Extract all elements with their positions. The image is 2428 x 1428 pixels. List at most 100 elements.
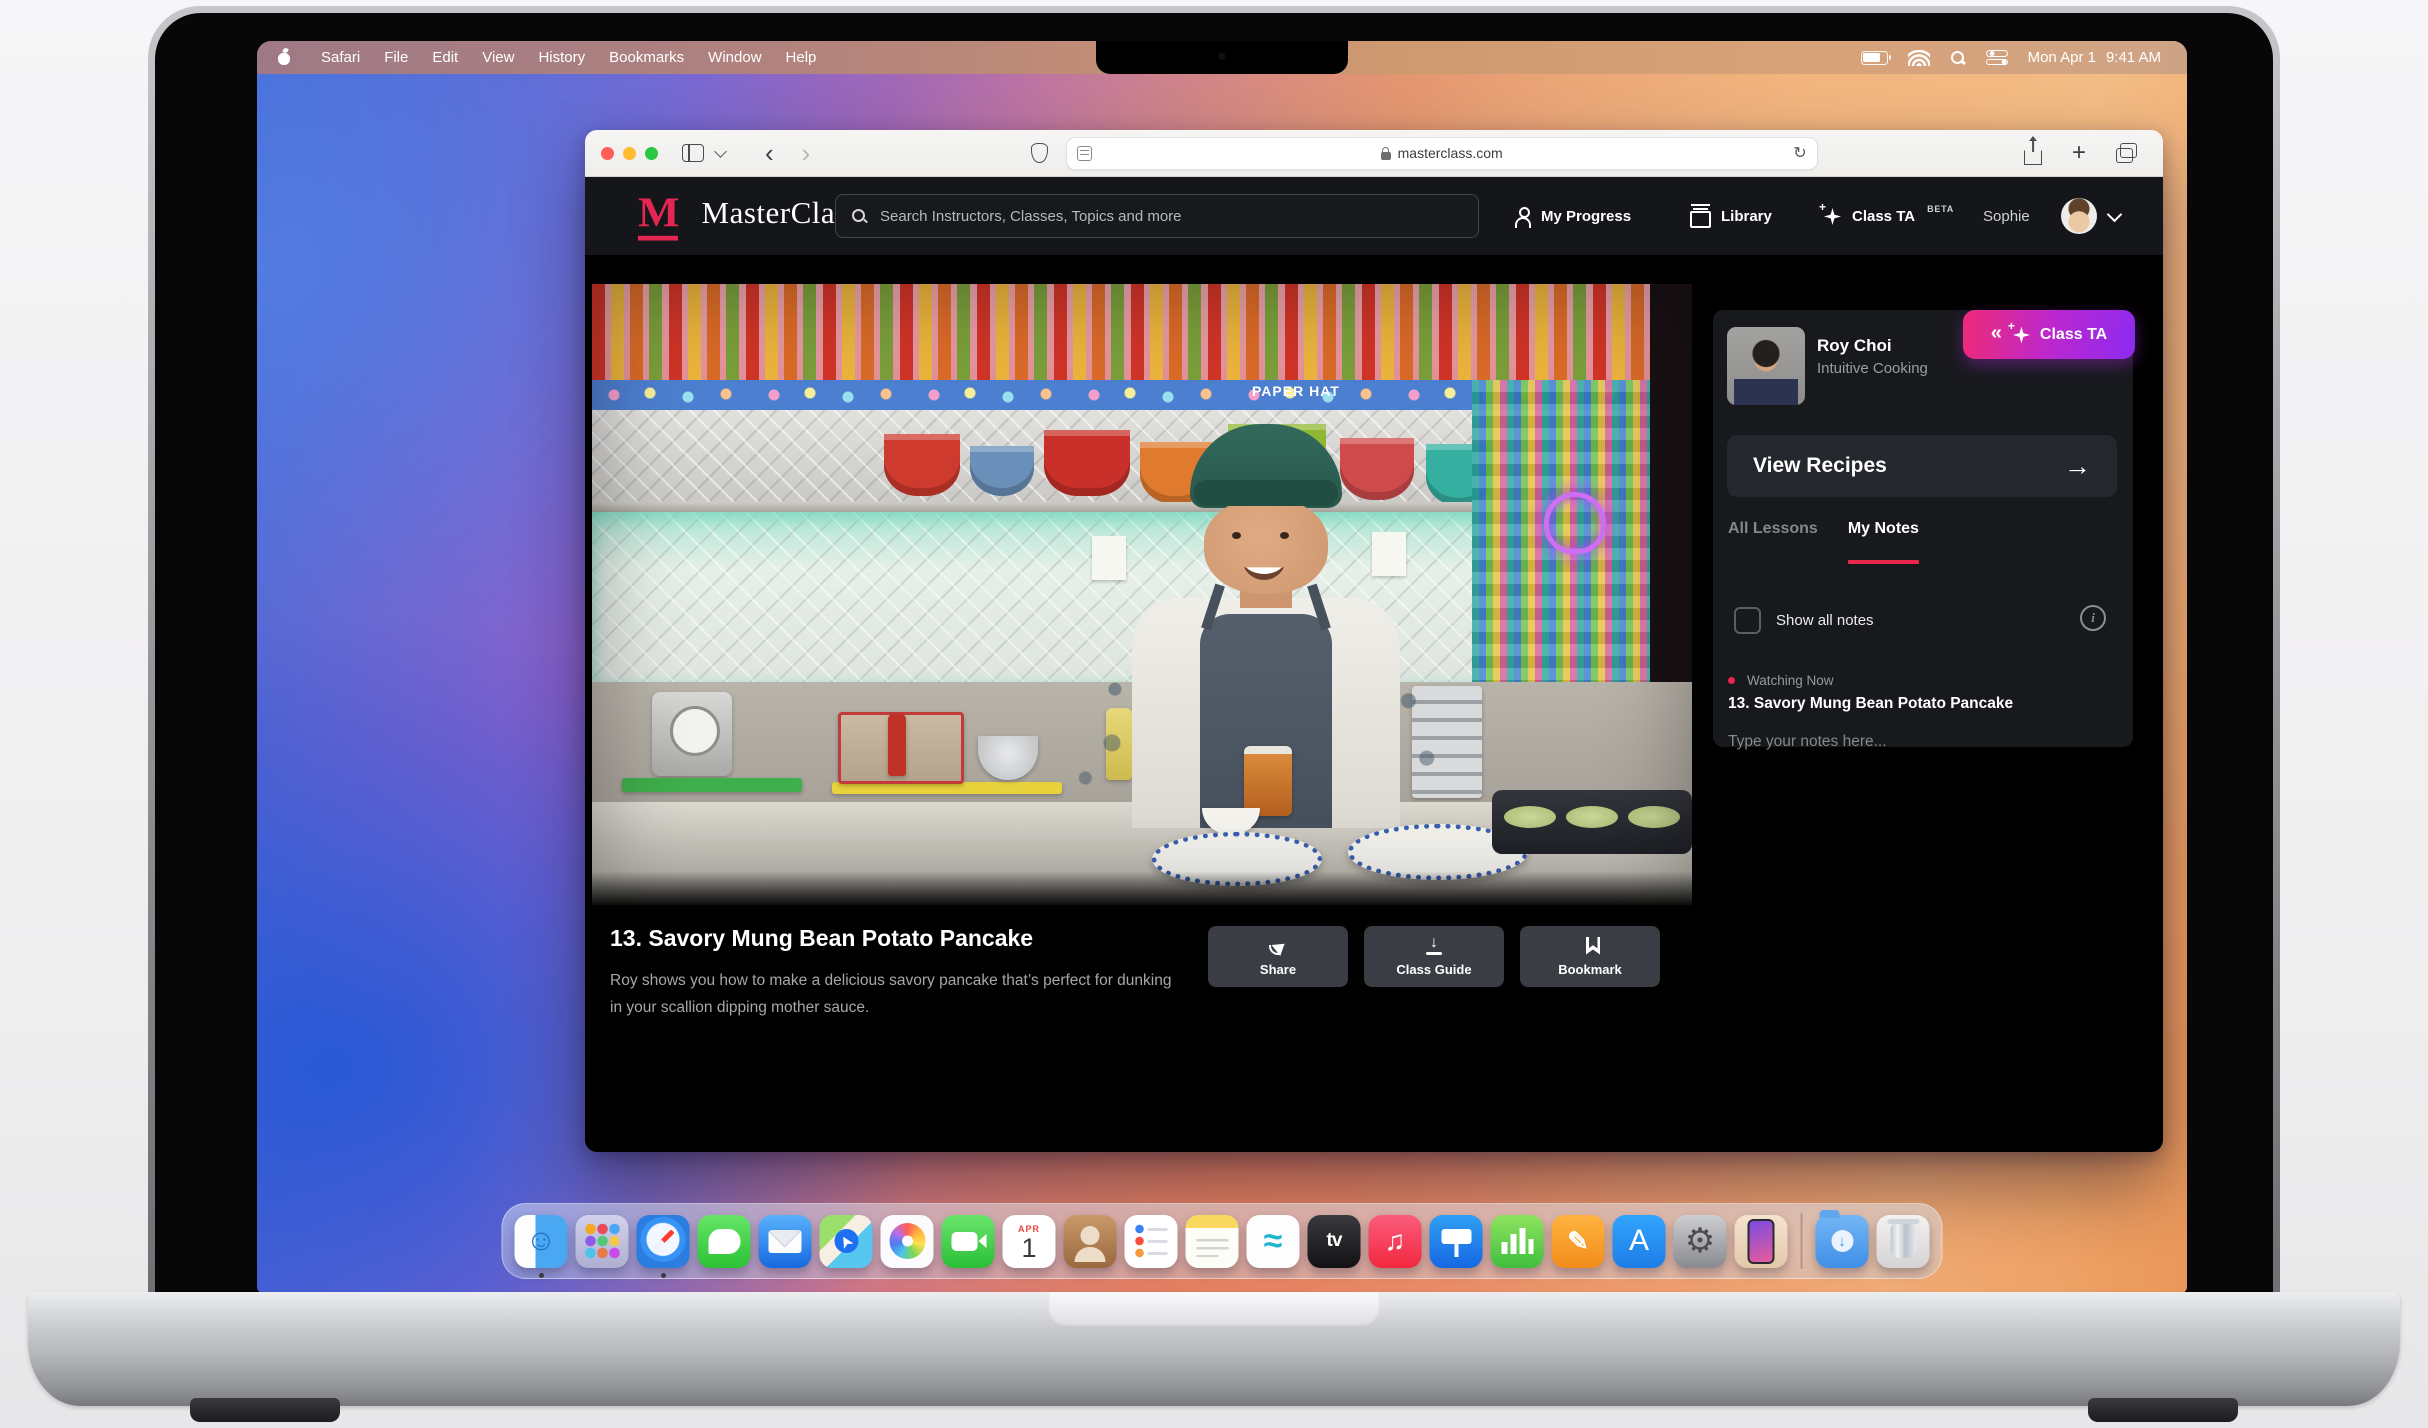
notes-input[interactable]: Type your notes here... <box>1728 733 1887 751</box>
share-icon <box>1268 937 1288 955</box>
nav-my-progress[interactable]: My Progress <box>1515 177 1631 255</box>
masterclass-logo[interactable]: M MasterClass <box>638 191 860 235</box>
camera-notch <box>1096 41 1348 74</box>
wifi-icon[interactable] <box>1908 50 1930 66</box>
menu-item[interactable]: File <box>372 49 420 66</box>
Class Guide[interactable]: Class Guide <box>1364 926 1504 987</box>
sidebar-chevron-icon[interactable] <box>714 145 727 158</box>
control-center-icon[interactable] <box>1986 50 2008 65</box>
camera-icon <box>1219 53 1226 60</box>
menu-item[interactable]: History <box>526 49 597 66</box>
lesson-title: 13. Savory Mung Bean Potato Pancake <box>610 925 1033 952</box>
Share[interactable]: Share <box>1208 926 1348 987</box>
macbook-base <box>28 1292 2400 1406</box>
menu-item[interactable]: Bookmarks <box>597 49 696 66</box>
dock-finder[interactable]: ☺ <box>515 1215 568 1268</box>
sparkle-icon: + <box>2011 325 2031 345</box>
close-window-button[interactable] <box>601 147 614 160</box>
video-player[interactable]: PAPER HAT <box>592 284 1692 905</box>
date-label: Mon Apr 1 <box>2028 49 2096 66</box>
info-icon[interactable]: i <box>2080 605 2106 631</box>
show-all-notes-label: Show all notes <box>1776 612 1874 629</box>
screen-bezel: SafariFileEditViewHistoryBookmarksWindow… <box>155 13 2273 1292</box>
All Lessons[interactable]: All Lessons <box>1728 520 1818 550</box>
url-text: masterclass.com <box>1067 145 1817 161</box>
view-recipes-button[interactable]: View Recipes → <box>1727 435 2117 497</box>
action-label: Class Guide <box>1396 962 1471 977</box>
new-tab-button[interactable]: + <box>2072 141 2086 165</box>
action-label: Share <box>1260 962 1296 977</box>
menu-item[interactable]: Window <box>696 49 773 66</box>
zoom-window-button[interactable] <box>645 147 658 160</box>
safari-window: ‹ › masterclass.com ↻ <box>585 130 2163 1152</box>
person-icon <box>1515 207 1531 225</box>
dock-iphone-mirroring[interactable] <box>1735 1215 1788 1268</box>
instructor-name: Roy Choi <box>1817 336 1892 356</box>
Bookmark[interactable]: Bookmark <box>1520 926 1660 987</box>
share-icon[interactable] <box>2024 150 2042 165</box>
address-bar[interactable]: masterclass.com ↻ <box>1066 137 1818 170</box>
masterclass-page: M MasterClass Search Instructors, Classe… <box>585 177 2163 1152</box>
dock-safari[interactable] <box>637 1215 690 1268</box>
watching-dot-icon <box>1728 677 1735 684</box>
minimize-window-button[interactable] <box>623 147 636 160</box>
rubber-foot <box>190 1398 340 1422</box>
dock-numbers[interactable] <box>1491 1215 1544 1268</box>
back-button[interactable]: ‹ <box>751 140 788 166</box>
dock-reminders[interactable] <box>1125 1215 1178 1268</box>
logo-mark: M <box>638 192 678 234</box>
dock-music[interactable]: ♫ <box>1369 1215 1422 1268</box>
dock-separator[interactable] <box>1801 1213 1803 1269</box>
search-placeholder: Search Instructors, Classes, Topics and … <box>880 208 1182 225</box>
bookmark-icon <box>1586 937 1600 955</box>
dock-notes[interactable] <box>1186 1215 1239 1268</box>
spotlight-icon[interactable] <box>1950 50 1966 66</box>
download-icon <box>1424 937 1444 955</box>
instructor-photo <box>1727 327 1805 405</box>
dock-keynote[interactable] <box>1430 1215 1483 1268</box>
menu-bar-clock[interactable]: Mon Apr 1 9:41 AM <box>2028 49 2161 66</box>
menu-item[interactable]: Safari <box>309 49 372 66</box>
dock-freeform[interactable]: ≈ <box>1247 1215 1300 1268</box>
search-icon <box>852 209 867 224</box>
dock-contacts[interactable] <box>1064 1215 1117 1268</box>
search-input[interactable]: Search Instructors, Classes, Topics and … <box>835 194 1479 238</box>
tab-overview-icon[interactable] <box>2116 148 2133 163</box>
window-controls <box>601 147 658 160</box>
dock-apple-tv[interactable]: tv <box>1308 1215 1361 1268</box>
dock-facetime[interactable] <box>942 1215 995 1268</box>
lesson-side-panel: Roy Choi Intuitive Cooking View Recipes … <box>1692 177 2163 1152</box>
collapse-icon: « <box>1991 322 2002 345</box>
class-ta-button[interactable]: « + Class TA <box>1963 310 2135 359</box>
menu-item[interactable]: Edit <box>420 49 470 66</box>
apple-menu-icon[interactable] <box>277 50 291 65</box>
dock-trash[interactable] <box>1877 1215 1930 1268</box>
lid-lift-notch <box>1048 1292 1380 1328</box>
instructor-class-label: Intuitive Cooking <box>1817 360 1928 377</box>
privacy-shield-icon[interactable] <box>1031 143 1048 163</box>
watching-now-badge: Watching Now <box>1728 673 1834 688</box>
dock-calendar[interactable]: APR 1 <box>1003 1215 1056 1268</box>
dock-downloads[interactable]: ↓ <box>1816 1215 1869 1268</box>
battery-icon[interactable] <box>1861 51 1888 65</box>
dock-pages[interactable]: ✎ <box>1552 1215 1605 1268</box>
dock-messages[interactable] <box>698 1215 751 1268</box>
safari-toolbar: ‹ › masterclass.com ↻ <box>585 130 2163 177</box>
screen-wallpaper: SafariFileEditViewHistoryBookmarksWindow… <box>257 41 2187 1293</box>
dock-system-settings[interactable]: ⚙ <box>1674 1215 1727 1268</box>
forward-button[interactable]: › <box>788 140 825 166</box>
dock-app-store[interactable]: A <box>1613 1215 1666 1268</box>
sidebar-icon[interactable] <box>682 144 704 162</box>
dock-mail[interactable] <box>759 1215 812 1268</box>
My Notes[interactable]: My Notes <box>1848 520 1919 550</box>
show-all-notes-checkbox[interactable] <box>1734 607 1761 634</box>
lesson-description: Roy shows you how to make a delicious sa… <box>610 967 1180 1021</box>
desktop: SafariFileEditViewHistoryBookmarksWindow… <box>0 0 2428 1428</box>
lock-icon <box>1381 152 1391 160</box>
toolbar-right: + <box>2024 141 2147 165</box>
menu-item[interactable]: Help <box>774 49 829 66</box>
menu-item[interactable]: View <box>470 49 526 66</box>
dock-launchpad[interactable] <box>576 1215 629 1268</box>
dock-maps[interactable] <box>820 1215 873 1268</box>
dock-photos[interactable] <box>881 1215 934 1268</box>
